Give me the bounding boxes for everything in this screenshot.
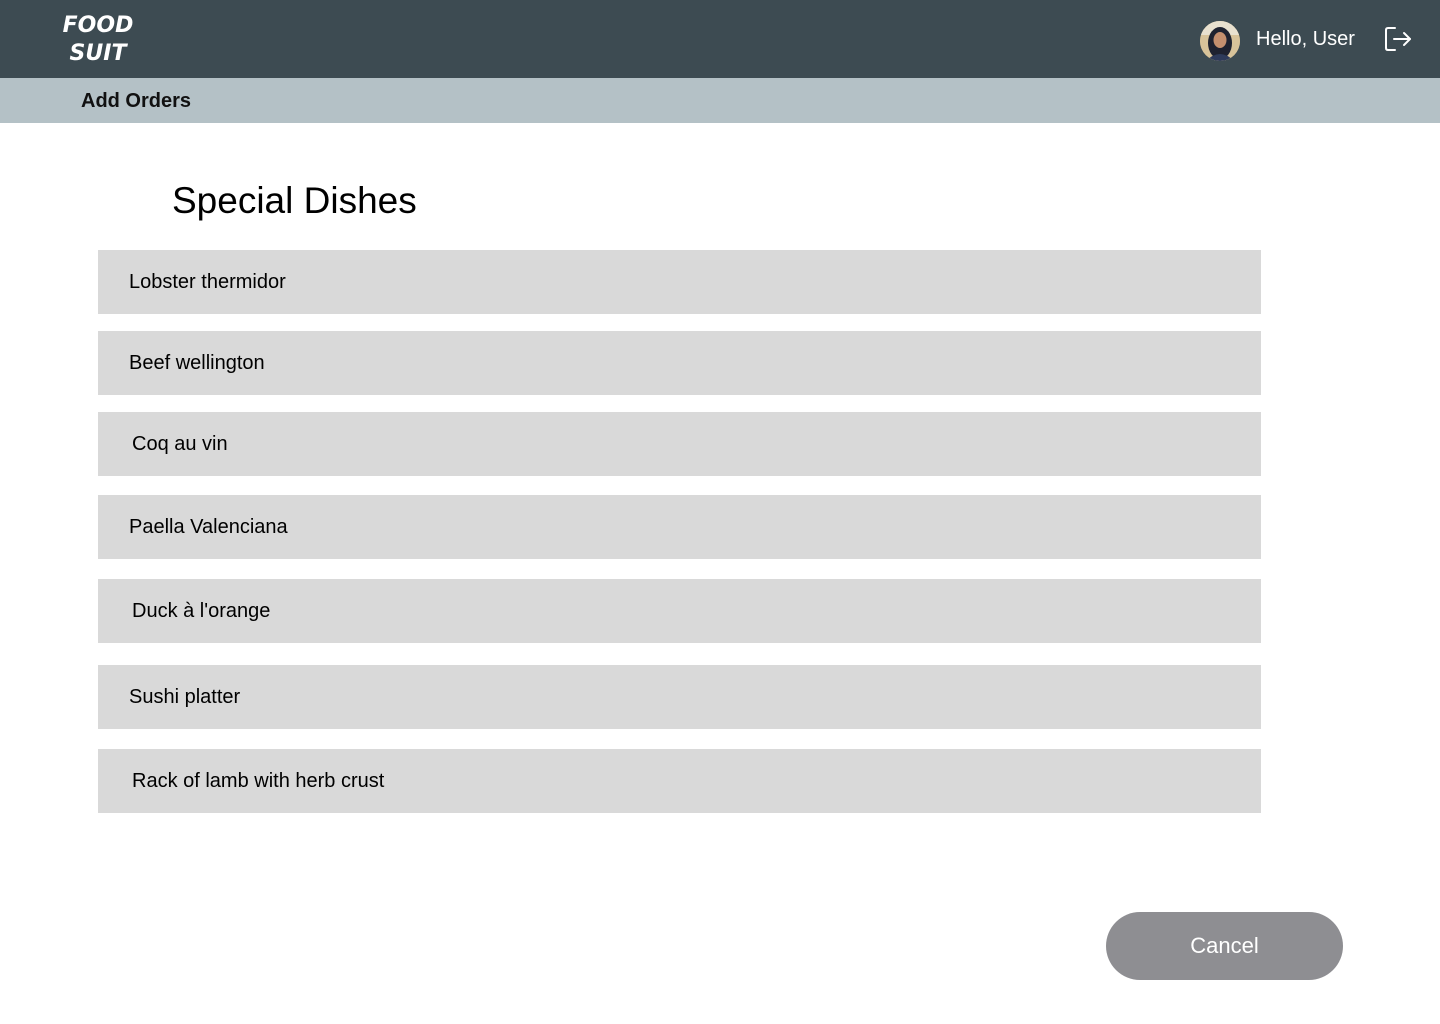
logo-line-2: SUIT xyxy=(69,41,127,66)
dish-item-label: Paella Valenciana xyxy=(129,516,288,538)
logout-icon[interactable] xyxy=(1384,25,1412,53)
special-dishes-heading: Special Dishes xyxy=(172,180,417,221)
dish-item-lobster-thermidor[interactable]: Lobster thermidor xyxy=(98,250,1261,314)
dish-item-label: Sushi platter xyxy=(129,686,241,708)
sub-header-bar: Add Orders xyxy=(0,78,1440,123)
dish-item-label: Beef wellington xyxy=(129,352,265,374)
dish-item-beef-wellington[interactable]: Beef wellington xyxy=(98,331,1261,395)
page-section-title: Add Orders xyxy=(81,90,192,112)
dish-item-label: Coq au vin xyxy=(132,433,228,455)
user-avatar[interactable] xyxy=(1200,21,1240,61)
dish-item-paella-valenciana[interactable]: Paella Valenciana xyxy=(98,495,1261,559)
user-greeting: Hello, User xyxy=(1256,28,1355,50)
dish-item-label: Rack of lamb with herb crust xyxy=(132,770,385,792)
cancel-button[interactable]: Cancel xyxy=(1106,912,1343,980)
dish-item-label: Duck à l'orange xyxy=(132,600,271,622)
food-suit-logo[interactable]: FOOD SUIT xyxy=(62,12,134,68)
dish-item-rack-of-lamb[interactable]: Rack of lamb with herb crust xyxy=(98,749,1261,813)
dish-item-coq-au-vin[interactable]: Coq au vin xyxy=(98,412,1261,476)
avatar-icon xyxy=(1200,21,1240,61)
dish-item-sushi-platter[interactable]: Sushi platter xyxy=(98,665,1261,729)
logo-line-1: FOOD xyxy=(62,13,134,38)
dish-item-duck-a-lorange[interactable]: Duck à l'orange xyxy=(98,579,1261,643)
top-navigation-bar: FOOD SUIT Hello, User xyxy=(0,0,1440,78)
dish-item-label: Lobster thermidor xyxy=(129,271,286,293)
